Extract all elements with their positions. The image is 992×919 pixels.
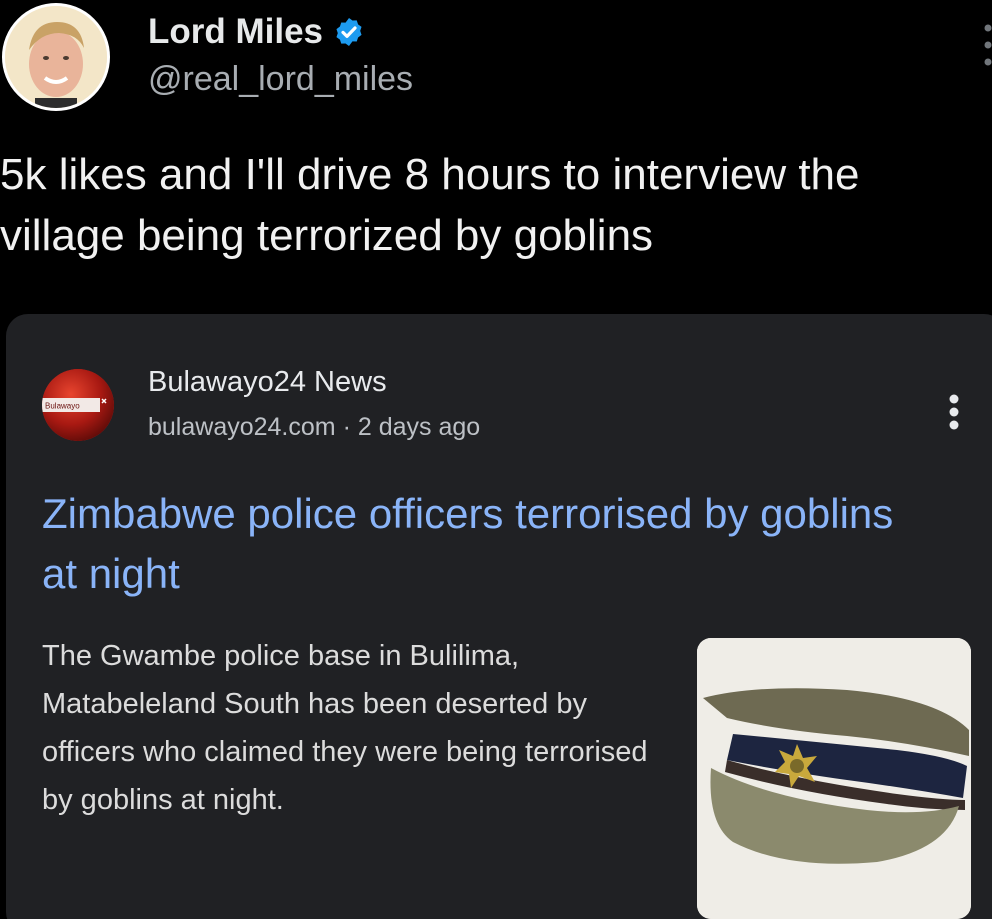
- author-handle[interactable]: @real_lord_miles: [148, 60, 413, 99]
- screenshot: Lord Miles @real_lord_miles 5k likes and…: [0, 0, 992, 919]
- logo-text: Bulawayo: [45, 402, 80, 411]
- source-name[interactable]: Bulawayo24 News: [148, 366, 387, 399]
- tweet-text: 5k likes and I'll drive 8 hours to inter…: [0, 150, 860, 260]
- verified-badge-icon: [336, 18, 362, 46]
- card-more-options-icon[interactable]: [948, 394, 960, 430]
- meta-separator: ·: [342, 413, 351, 441]
- more-options-icon[interactable]: [984, 22, 992, 68]
- author-avatar[interactable]: [2, 3, 110, 111]
- article-headline[interactable]: Zimbabwe police officers terrorised by g…: [42, 484, 922, 604]
- published-time: 2 days ago: [357, 413, 481, 441]
- source-logo: Bulawayo: [42, 369, 114, 441]
- source-meta: bulawayo24.com · 2 days ago: [148, 413, 480, 442]
- article-snippet: The Gwambe police base in Bulilima, Mata…: [42, 640, 648, 816]
- author-name[interactable]: Lord Miles: [148, 12, 323, 52]
- police-cap-image[interactable]: [697, 638, 971, 919]
- source-domain: bulawayo24.com: [148, 413, 336, 441]
- author-name-row[interactable]: Lord Miles: [148, 12, 365, 52]
